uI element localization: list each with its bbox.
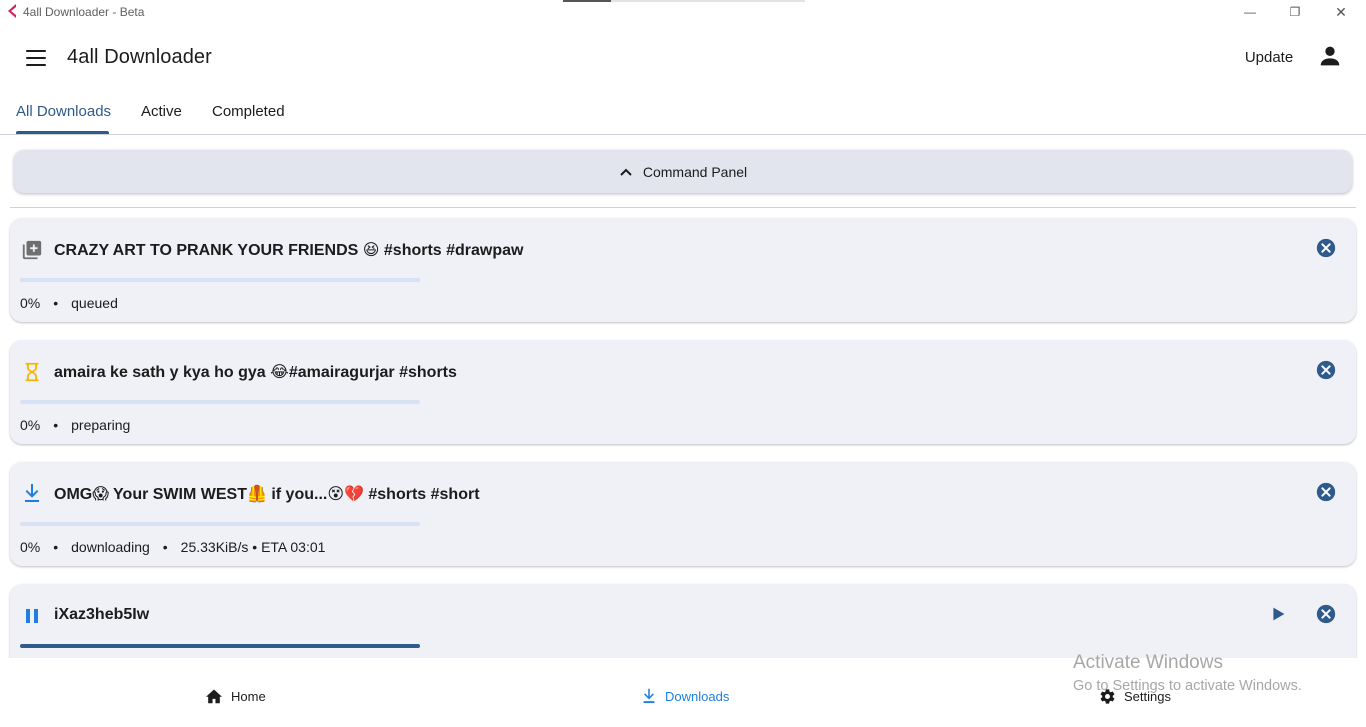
progress-bar	[20, 644, 420, 648]
pause-icon	[20, 604, 44, 628]
command-panel-toggle[interactable]: Command Panel	[14, 150, 1352, 193]
queue-icon	[20, 238, 44, 262]
download-title: iXaz3heb5Iw	[54, 606, 150, 623]
download-meta: 0% • downloading • 25.33KiB/s • ETA 03:01	[20, 539, 326, 555]
download-meta: 0% • queued	[20, 295, 118, 311]
app-logo-icon	[8, 4, 16, 18]
download-status: preparing	[71, 417, 131, 433]
progress-bar	[20, 522, 420, 526]
title-bar: 4all Downloader - Beta — ❐ ✕	[0, 0, 1366, 24]
download-icon	[20, 482, 44, 506]
cancel-download-icon[interactable]	[1315, 481, 1337, 503]
divider	[10, 207, 1356, 208]
gear-icon	[1100, 689, 1115, 704]
update-button[interactable]: Update	[1234, 46, 1304, 68]
app-title: 4all Downloader	[67, 46, 212, 68]
download-icon	[643, 688, 655, 704]
minimize-button[interactable]: —	[1227, 0, 1273, 24]
download-card: amaira ke sath y kya ho gya 😂#amairagurj…	[10, 340, 1356, 444]
cancel-download-icon[interactable]	[1315, 359, 1337, 381]
chevron-up-icon	[620, 168, 632, 176]
download-card: OMG😱 Your SWIM WEST🦺 if you...😵💔 #shorts…	[10, 462, 1356, 566]
cancel-download-icon[interactable]	[1315, 237, 1337, 259]
nav-home[interactable]: Home	[205, 688, 266, 704]
restore-button[interactable]: ❐	[1272, 0, 1318, 24]
resume-icon[interactable]	[1267, 603, 1289, 625]
nav-downloads[interactable]: Downloads	[641, 688, 729, 705]
app-bar: 4all Downloader Update	[0, 30, 1366, 84]
download-title: OMG😱 Your SWIM WEST🦺 if you...😵💔 #shorts…	[54, 486, 480, 503]
download-status: queued	[71, 295, 118, 311]
nav-downloads-label: Downloads	[665, 689, 730, 704]
download-title: CRAZY ART TO PRANK YOUR FRIENDS 😆 #short…	[54, 242, 524, 259]
download-tabs: All Downloads Active Completed	[0, 90, 1366, 135]
tab-completed[interactable]: Completed	[212, 103, 285, 135]
download-speed-eta: 25.33KiB/s • ETA 03:01	[180, 539, 326, 555]
download-meta: 0% • preparing	[20, 417, 131, 433]
window-drag-handle[interactable]	[563, 0, 805, 2]
tab-active[interactable]: Active	[141, 103, 182, 135]
menu-icon[interactable]	[22, 47, 50, 71]
window-title: 4all Downloader - Beta	[23, 5, 145, 19]
progress-bar	[20, 400, 420, 404]
command-panel-label: Command Panel	[642, 163, 748, 180]
close-window-button[interactable]: ✕	[1318, 0, 1364, 24]
nav-home-label: Home	[231, 688, 266, 704]
nav-settings[interactable]: Settings	[1099, 688, 1171, 705]
cancel-download-icon[interactable]	[1315, 603, 1337, 625]
download-percent: 0%	[20, 539, 41, 555]
active-tab-indicator	[16, 131, 109, 134]
hourglass-icon	[20, 360, 44, 384]
download-title: amaira ke sath y kya ho gya 😂#amairagurj…	[54, 364, 457, 381]
download-card: CRAZY ART TO PRANK YOUR FRIENDS 😆 #short…	[10, 218, 1356, 322]
download-percent: 0%	[20, 417, 41, 433]
home-icon	[206, 689, 222, 704]
nav-settings-label: Settings	[1124, 689, 1171, 704]
progress-bar	[20, 278, 420, 282]
account-icon[interactable]	[1316, 42, 1344, 70]
download-status: downloading	[71, 539, 150, 555]
download-percent: 0%	[20, 295, 41, 311]
bottom-navigation: Home Downloads Settings	[0, 658, 1366, 727]
